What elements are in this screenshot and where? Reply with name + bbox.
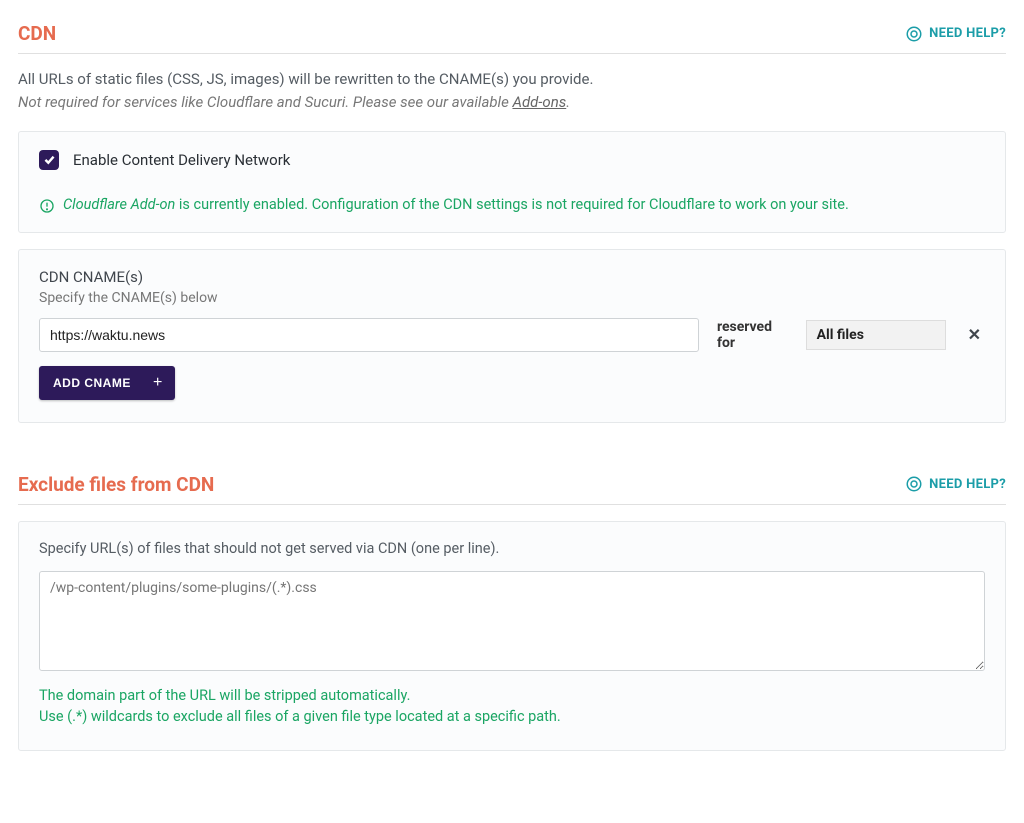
remove-cname-icon[interactable]: ✕ <box>964 325 985 344</box>
need-help-label: NEED HELP? <box>929 26 1006 41</box>
addons-link[interactable]: Add-ons <box>512 93 566 111</box>
help-icon <box>905 25 923 43</box>
exclude-textarea[interactable] <box>39 571 985 671</box>
info-icon <box>39 198 55 214</box>
cdn-cname-panel: CDN CNAME(s) Specify the CNAME(s) below … <box>18 249 1006 423</box>
cdn-section: CDN NEED HELP? All URLs of static files … <box>18 22 1006 423</box>
exclude-hint-2: Use (.*) wildcards to exclude all files … <box>39 706 985 728</box>
exclude-panel: Specify URL(s) of files that should not … <box>18 521 1006 752</box>
exclude-header: Exclude files from CDN NEED HELP? <box>18 473 1006 505</box>
help-icon <box>905 475 923 493</box>
reserved-for-select[interactable]: All files <box>806 320 946 350</box>
cname-input[interactable] <box>39 318 699 352</box>
exclude-desc: Specify URL(s) of files that should not … <box>39 540 985 557</box>
reserved-for-label: reserved for <box>717 319 788 351</box>
reserved-for-value: All files <box>817 327 864 343</box>
cname-title: CDN CNAME(s) <box>39 268 985 286</box>
enable-cdn-checkbox[interactable] <box>39 150 59 170</box>
enable-cdn-label: Enable Content Delivery Network <box>73 151 290 169</box>
enable-cdn-row: Enable Content Delivery Network <box>39 150 985 170</box>
cdn-desc-line1: All URLs of static files (CSS, JS, image… <box>18 68 1006 91</box>
check-icon <box>43 153 56 166</box>
exclude-hint-1: The domain part of the URL will be strip… <box>39 685 985 707</box>
cname-subtitle: Specify the CNAME(s) below <box>39 290 985 306</box>
need-help-link[interactable]: NEED HELP? <box>905 25 1006 43</box>
cdn-desc-line2-prefix: Not required for services like Cloudflar… <box>18 93 512 111</box>
cdn-description: All URLs of static files (CSS, JS, image… <box>18 68 1006 115</box>
cdn-enable-panel: Enable Content Delivery Network Cloudfla… <box>18 131 1006 233</box>
cloudflare-info: Cloudflare Add-on is currently enabled. … <box>39 196 985 214</box>
exclude-hints: The domain part of the URL will be strip… <box>39 685 985 729</box>
need-help-link-2[interactable]: NEED HELP? <box>905 475 1006 493</box>
exclude-title: Exclude files from CDN <box>18 473 214 496</box>
cloudflare-info-rest: is currently enabled. Configuration of t… <box>175 196 849 213</box>
plus-icon: + <box>153 374 163 392</box>
add-cname-label: ADD CNAME <box>53 376 131 390</box>
cdn-header: CDN NEED HELP? <box>18 22 1006 54</box>
cdn-desc-line2-suffix: . <box>566 93 570 111</box>
exclude-section: Exclude files from CDN NEED HELP? Specif… <box>18 473 1006 752</box>
add-cname-button[interactable]: ADD CNAME + <box>39 366 175 400</box>
cloudflare-info-lead: Cloudflare Add-on <box>63 196 175 213</box>
cname-row: reserved for All files ✕ <box>39 318 985 352</box>
cdn-title: CDN <box>18 22 56 45</box>
need-help-label-2: NEED HELP? <box>929 477 1006 492</box>
